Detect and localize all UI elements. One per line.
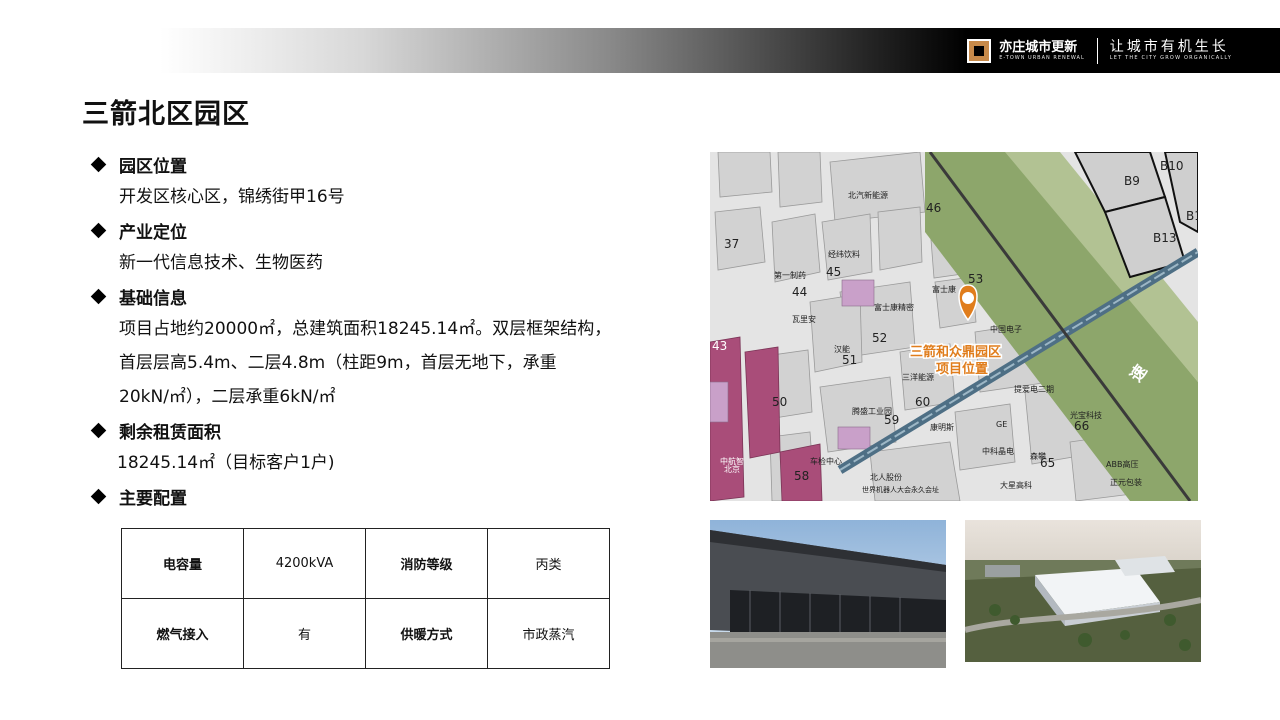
- table-row: 燃气接入 有 供暖方式 市政蒸汽: [121, 598, 610, 669]
- map-number: B13: [1153, 231, 1177, 245]
- map-label: 北人股份: [870, 472, 902, 482]
- map-number: 37: [724, 237, 739, 251]
- table-cell: 有: [243, 598, 366, 669]
- brand-name-en: E-TOWN URBAN RENEWAL: [999, 54, 1085, 61]
- section-line: 开发区核心区，锦绣街甲16号: [119, 187, 345, 207]
- map-label: 森攀: [1030, 451, 1046, 461]
- map-label: 中国电子: [990, 324, 1022, 334]
- map-label: 第一制药: [774, 270, 806, 280]
- location-map: 37 44 45 46 52 53 51 50 60 59 58 66 65 4…: [710, 152, 1198, 501]
- map-number: B1: [1186, 209, 1198, 223]
- brand-divider: [1096, 38, 1098, 64]
- table-cell: 电容量: [121, 528, 244, 599]
- map-label: 世界机器人大会永久会址: [862, 485, 939, 494]
- map-number: 60: [915, 395, 930, 409]
- callout-line-2: 项目位置: [936, 361, 988, 377]
- map-label: 提爱电二期: [1014, 384, 1054, 394]
- table-cell: 燃气接入: [121, 598, 244, 669]
- map-number: 53: [968, 272, 983, 286]
- diamond-bullet-icon: [92, 158, 105, 171]
- section-location: 园区位置 开发区核心区，锦绣街甲16号: [92, 148, 652, 214]
- map-label: 北京: [724, 464, 740, 474]
- facade-graphic: [710, 520, 946, 668]
- map-number: 44: [792, 285, 807, 299]
- map-graphic: 37 44 45 46 52 53 51 50 60 59 58 66 65 4…: [710, 152, 1198, 501]
- map-number: 43: [712, 339, 727, 353]
- section-line: 20kN/㎡），二层承重6kN/㎡: [119, 387, 336, 407]
- info-list: 园区位置 开发区核心区，锦绣街甲16号 产业定位 新一代信息技术、生物医药 基础…: [92, 148, 652, 512]
- map-label: ABB高压: [1106, 459, 1138, 469]
- map-number: B10: [1160, 159, 1184, 173]
- config-table: 电容量 4200kVA 消防等级 丙类 燃气接入 有 供暖方式 市政蒸汽: [121, 528, 610, 669]
- callout-line-1: 三箭和众鼎园区: [910, 344, 1001, 360]
- aerial-rendering-photo: [965, 520, 1201, 662]
- map-label: 经纬饮料: [828, 249, 860, 259]
- table-cell: 丙类: [487, 528, 610, 599]
- map-number: 51: [842, 353, 857, 367]
- section-heading: 产业定位: [119, 222, 187, 243]
- section-heading: 主要配置: [119, 488, 187, 509]
- table-cell: 4200kVA: [243, 528, 366, 599]
- map-label: 中科晶电: [982, 446, 1014, 456]
- page-title: 三箭北区园区: [82, 99, 250, 130]
- building-facade-photo: [710, 520, 946, 668]
- brand-name-cn: 亦庄城市更新: [999, 39, 1078, 55]
- diamond-bullet-icon: [92, 424, 105, 437]
- map-number: 52: [872, 331, 887, 345]
- aerial-graphic: [965, 520, 1201, 662]
- table-cell: 市政蒸汽: [487, 598, 610, 669]
- map-label: 瓦里安: [792, 314, 816, 324]
- map-label: 三洋能源: [902, 372, 934, 382]
- section-heading: 剩余租赁面积: [119, 422, 221, 443]
- section-config: 主要配置: [92, 480, 652, 512]
- map-label: 车检中心: [810, 456, 842, 466]
- diamond-bullet-icon: [92, 490, 105, 503]
- map-number: 46: [926, 201, 941, 215]
- table-cell: 消防等级: [365, 528, 488, 599]
- brand-logo-icon: [967, 39, 992, 63]
- table-row: 电容量 4200kVA 消防等级 丙类: [121, 528, 610, 599]
- slogan-text: 让城市有机生长 LET THE CITY GROW ORGANICALLY: [1110, 40, 1232, 62]
- section-line: 项目占地约20000㎡，总建筑面积18245.14㎡。双层框架结构，: [119, 319, 612, 339]
- map-label: 康明斯: [930, 422, 954, 432]
- diamond-bullet-icon: [92, 224, 105, 237]
- map-label: 汉能: [834, 344, 850, 354]
- map-label: 正元包装: [1110, 477, 1142, 487]
- map-label: 腾盛工业园: [852, 406, 892, 416]
- section-heading: 园区位置: [119, 156, 187, 177]
- section-industry: 产业定位 新一代信息技术、生物医药: [92, 214, 652, 280]
- map-number: 50: [772, 395, 787, 409]
- slogan-cn: 让城市有机生长: [1109, 39, 1229, 55]
- map-label: 富士康精密: [874, 302, 914, 312]
- diamond-bullet-icon: [92, 290, 105, 303]
- map-label: 北汽新能源: [848, 190, 888, 200]
- header-bar: 亦庄城市更新 E-TOWN URBAN RENEWAL 让城市有机生长 LET …: [160, 28, 1280, 73]
- map-label: 光宝科技: [1070, 410, 1102, 420]
- map-label: GE: [996, 420, 1007, 429]
- section-basic-info: 基础信息 项目占地约20000㎡，总建筑面积18245.14㎡。双层框架结构， …: [92, 280, 652, 414]
- map-label: 大星高科: [1000, 480, 1032, 490]
- map-number: B9: [1124, 174, 1140, 188]
- section-heading: 基础信息: [119, 288, 187, 309]
- slogan-en: LET THE CITY GROW ORGANICALLY: [1109, 55, 1232, 61]
- map-number: 58: [794, 469, 809, 483]
- brand-block: 亦庄城市更新 E-TOWN URBAN RENEWAL 让城市有机生长 LET …: [967, 36, 1232, 66]
- map-number: 45: [826, 265, 841, 279]
- map-number: 66: [1074, 419, 1089, 433]
- brand-text: 亦庄城市更新 E-TOWN URBAN RENEWAL: [999, 39, 1085, 62]
- table-cell: 供暖方式: [365, 598, 488, 669]
- section-remaining-area: 剩余租赁面积 18245.14㎡（目标客户1户): [92, 414, 652, 480]
- section-line: 18245.14㎡（目标客户1户): [117, 453, 335, 473]
- section-line: 首层层高5.4m、二层4.8m（柱距9m，首层无地下，承重: [119, 353, 557, 373]
- map-label: 富士康: [932, 284, 956, 294]
- section-line: 新一代信息技术、生物医药: [119, 253, 323, 273]
